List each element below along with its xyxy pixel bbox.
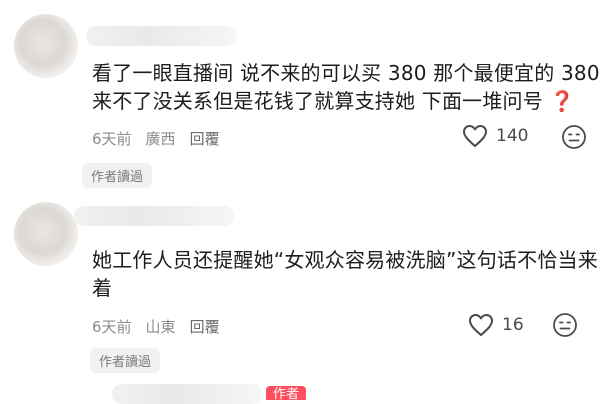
author-read-badge: 作者讀過	[90, 348, 161, 373]
comment-location: 山東	[145, 318, 176, 336]
author-read-badge: 作者讀過	[82, 163, 153, 188]
comment-time: 6天前	[92, 130, 132, 148]
heart-outline-icon	[463, 125, 487, 147]
comment-text: 她工作人员还提醒她“女观众容易被洗脑”这句话不恰当来 着	[92, 246, 598, 302]
comment-meta: 6天前 山東 回覆	[92, 316, 234, 337]
comment-line: 看了一眼直播间 说不来的可以买 380 那个最便宜的 380	[92, 61, 600, 85]
like-button[interactable]: 16	[468, 313, 524, 337]
reaction-button[interactable]	[561, 124, 587, 154]
emoji-face-icon	[562, 125, 586, 149]
comment-line: 来不了没关系但是花钱了就算支持她 下面一堆问号 ❓	[92, 89, 575, 113]
like-count: 140	[496, 126, 529, 146]
username-blurred[interactable]	[112, 384, 262, 404]
like-button[interactable]: 140	[462, 124, 528, 148]
reply-button[interactable]: 回覆	[190, 128, 220, 149]
comment-meta: 6天前 廣西 回覆	[92, 128, 234, 149]
avatar[interactable]	[14, 202, 78, 266]
comment-location: 廣西	[145, 130, 176, 148]
author-tag: 作者	[266, 386, 307, 400]
heart-outline-icon	[469, 314, 493, 336]
comment-line: 她工作人员还提醒她“女观众容易被洗脑”这句话不恰当来	[92, 248, 598, 272]
username-blurred[interactable]	[74, 206, 234, 226]
comment-time: 6天前	[92, 318, 132, 336]
like-count: 16	[502, 315, 524, 335]
avatar[interactable]	[14, 14, 78, 78]
question-mark: ❓	[549, 89, 575, 113]
comment-text: 看了一眼直播间 说不来的可以买 380 那个最便宜的 380 来不了没关系但是花…	[92, 59, 600, 115]
username-blurred[interactable]	[86, 26, 236, 46]
reaction-button[interactable]	[552, 312, 578, 342]
reply-button[interactable]: 回覆	[190, 316, 220, 337]
comment-line: 着	[92, 276, 113, 300]
emoji-face-icon	[553, 313, 577, 337]
